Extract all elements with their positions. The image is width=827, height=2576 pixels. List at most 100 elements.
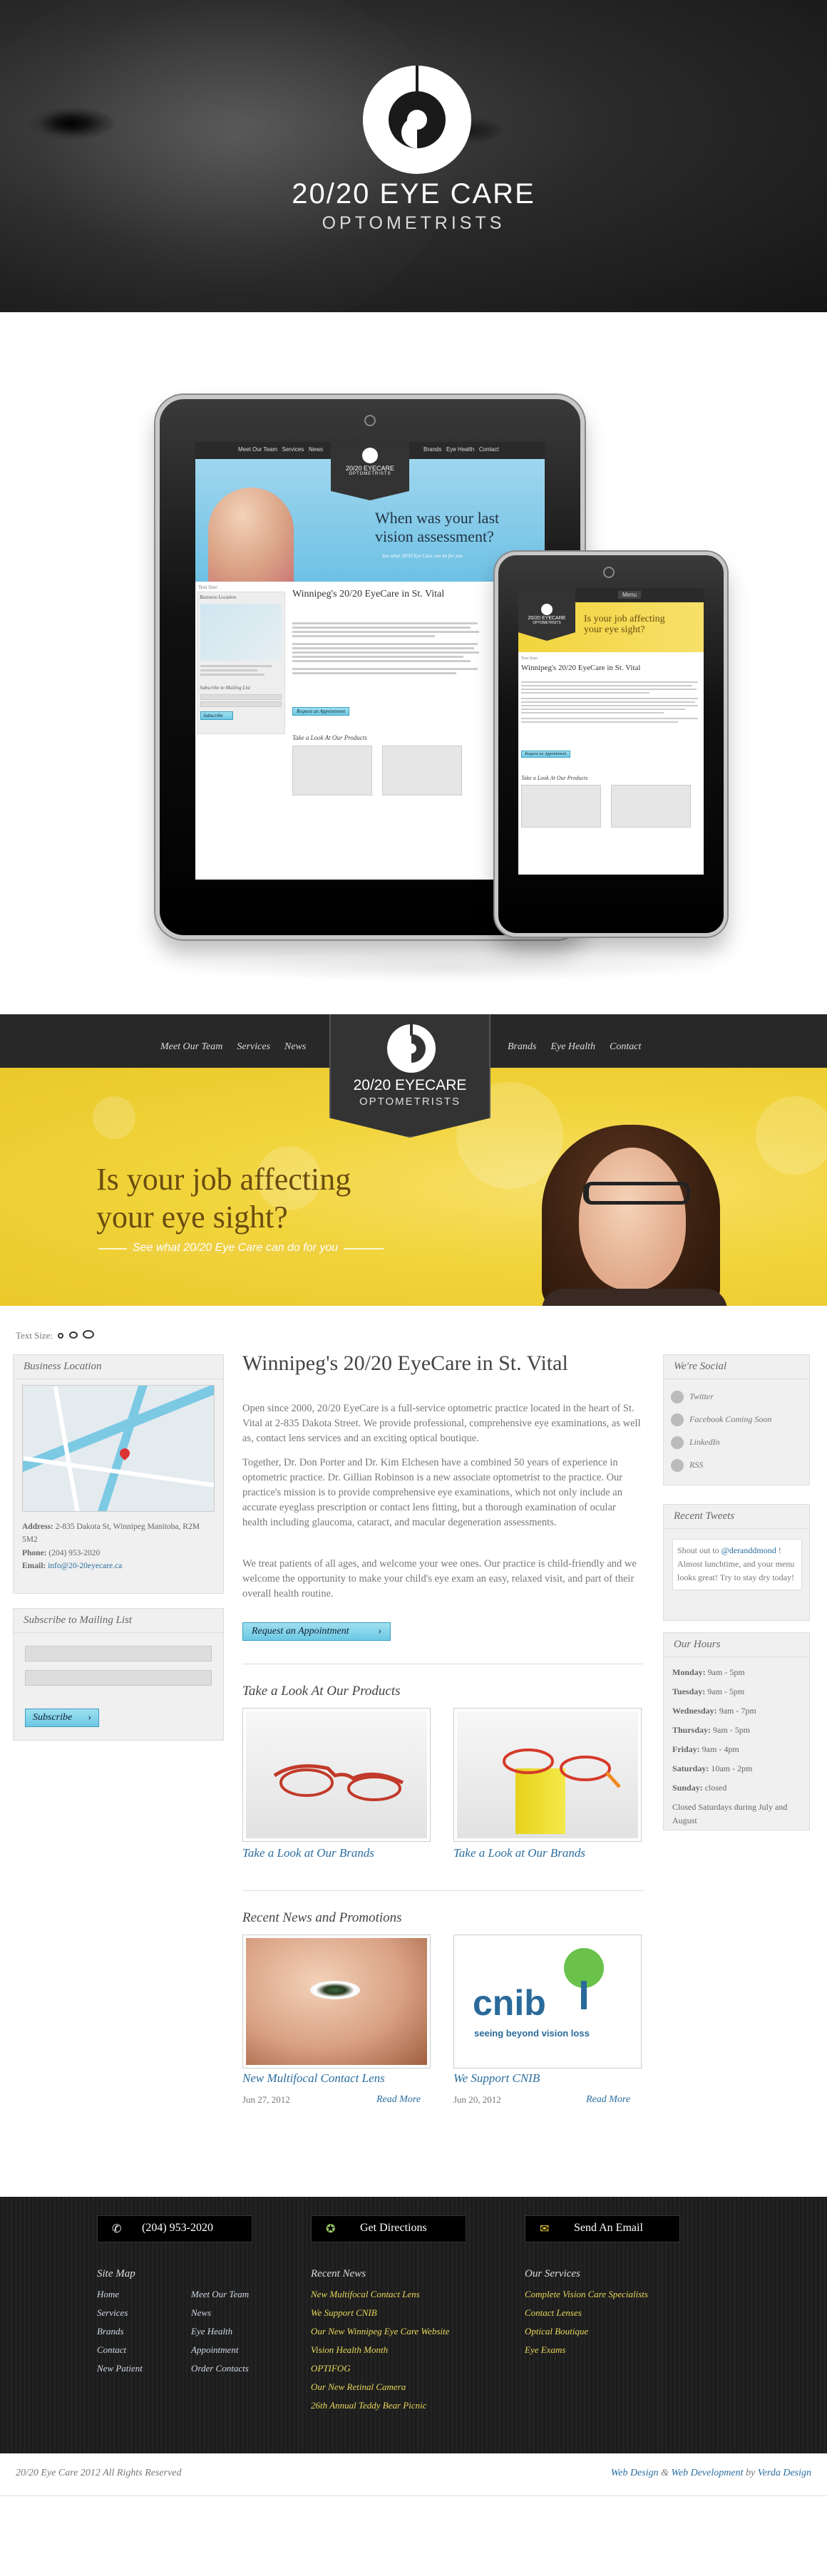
footer-link[interactable]: Order Contacts (191, 2359, 291, 2378)
social-item-facebook[interactable]: Facebook Coming Soon (671, 1408, 806, 1431)
footer-link[interactable]: Meet Our Team (191, 2285, 291, 2304)
phone-heading: Winnipeg's 20/20 EyeCare in St. Vital (521, 664, 641, 672)
footer-service-link[interactable]: Complete Vision Care Specialists (525, 2285, 710, 2304)
news-title-link[interactable]: New Multifocal Contact Lens (242, 2071, 385, 2086)
divider (242, 1890, 643, 1891)
hours-time: 9am - 7pm (719, 1706, 756, 1716)
nav-services[interactable]: Services (237, 1041, 270, 1052)
intro-paragraph: Open since 2000, 20/20 EyeCare is a full… (242, 1403, 641, 1445)
footer-link[interactable]: Contact (97, 2341, 183, 2359)
location-map[interactable] (22, 1385, 215, 1512)
banner-cta-link[interactable]: See what 20/20 Eye Care can do for you (127, 1242, 344, 1254)
footer-news-link[interactable]: Our New Retinal Camera (311, 2378, 496, 2396)
social-item-linkedin[interactable]: LinkedIn (671, 1431, 806, 1453)
subscribe-button[interactable]: Subscribe › (25, 1709, 99, 1727)
footer-link[interactable]: Appointment (191, 2341, 291, 2359)
footer-link[interactable]: News (191, 2304, 291, 2322)
phone-product-image[interactable] (611, 785, 691, 828)
address-label: Address: (22, 1523, 53, 1531)
phone-text-size: Text Size: (521, 656, 539, 661)
product-link[interactable]: Take a Look at Our Brands (453, 1846, 585, 1860)
tablet-nav-item[interactable]: Eye Health (446, 446, 474, 453)
tablet-logo-tab: 20/20 EYECARE OPTOMETRISTS (331, 442, 409, 500)
nav-brands[interactable]: Brands (508, 1041, 536, 1052)
phone-banner-line1: Is your job affecting (584, 614, 665, 624)
footer-link[interactable]: Eye Health (191, 2322, 291, 2341)
email-link[interactable]: info@20-20eyecare.ca (48, 1562, 122, 1570)
hours-row: Saturday: 10am - 2pm (672, 1759, 805, 1778)
social-title: We're Social (664, 1355, 809, 1379)
footer-news-link[interactable]: Our New Winnipeg Eye Care Website (311, 2322, 496, 2341)
news-card-cnib[interactable]: cnib seeing beyond vision loss (453, 1934, 642, 2068)
tablet-nav-item[interactable]: Services (282, 446, 304, 453)
banner-line2: your eye sight? (96, 1199, 288, 1235)
contact-lens-image (246, 1938, 427, 2065)
eye-image (310, 1981, 360, 1999)
tablet-nav-left: Meet Our Team Services News (238, 446, 345, 453)
tablet-map[interactable] (200, 604, 282, 661)
nav-logo[interactable]: 20/20 EYECARE OPTOMETRISTS (329, 1014, 490, 1138)
appointment-button[interactable]: Request an Appointment › (242, 1622, 391, 1641)
read-more-link[interactable]: Read More (376, 2094, 421, 2106)
product-card-frames[interactable] (242, 1708, 431, 1842)
verda-design-link[interactable]: Verda Design (758, 2468, 811, 2478)
footer-service-link[interactable]: Optical Boutique (525, 2322, 710, 2341)
tablet-product-image[interactable] (382, 746, 462, 795)
web-design-link[interactable]: Web Design (611, 2468, 659, 2478)
mailing-name-input[interactable] (25, 1646, 212, 1661)
read-more-link[interactable]: Read More (586, 2094, 630, 2106)
tweet-handle-link[interactable]: @deranddmond (721, 1545, 776, 1555)
nav-meet-our-team[interactable]: Meet Our Team (160, 1041, 222, 1052)
location-details: Address: 2-835 Dakota St, Winnipeg Manit… (22, 1520, 216, 1573)
hours-note: Closed Saturdays during July and August (672, 1802, 788, 1826)
tablet-banner-cta[interactable]: See what 20/20 Eye Care can do for you (382, 553, 463, 559)
footer-link[interactable]: Home (97, 2285, 183, 2304)
hours-day: Tuesday: (672, 1686, 706, 1696)
web-development-link[interactable]: Web Development (672, 2468, 744, 2478)
credit-amp: & (658, 2468, 672, 2478)
tablet-screen: Meet Our Team Services News Brands Eye H… (195, 442, 545, 880)
social-item-rss[interactable]: RSS (671, 1453, 806, 1476)
nav-news[interactable]: News (284, 1041, 306, 1052)
footer-service-link[interactable]: Eye Exams (525, 2341, 710, 2359)
product-link[interactable]: Take a Look at Our Brands (242, 1846, 374, 1860)
phone-product-image[interactable] (521, 785, 601, 828)
hours-panel: Our Hours Monday: 9am - 5pm Tuesday: 9am… (663, 1632, 810, 1830)
product-card-display[interactable] (453, 1708, 642, 1842)
footer-news-link[interactable]: We Support CNIB (311, 2304, 496, 2322)
tablet-appointment-button[interactable]: Request an Appointment (292, 707, 350, 716)
text-size-small-icon[interactable] (58, 1333, 64, 1339)
footer-email-button[interactable]: ✉ Send An Email (525, 2215, 680, 2242)
footer-directions-button[interactable]: ✪ Get Directions (311, 2215, 466, 2242)
phone-logo-tab: 20/20 EYECARE OPTOMETRISTS (518, 588, 575, 641)
tablet-subscribe-button[interactable]: Subscribe (200, 711, 233, 720)
tablet-mailing-input[interactable] (200, 694, 282, 700)
footer-service-link[interactable]: Contact Lenses (525, 2304, 710, 2322)
footer-link[interactable]: New Patient (97, 2359, 183, 2378)
footer-news-link[interactable]: New Multifocal Contact Lens (311, 2285, 496, 2304)
hero-section: 20/20 EYE CARE OPTOMETRISTS (0, 0, 827, 312)
footer-news-link[interactable]: Vision Health Month (311, 2341, 496, 2359)
hero-subtitle: OPTOMETRISTS (322, 213, 505, 233)
tablet-nav-item[interactable]: News (309, 446, 323, 453)
tablet-nav-item[interactable]: Meet Our Team (238, 446, 277, 453)
footer-link[interactable]: Services (97, 2304, 183, 2322)
text-size-medium-icon[interactable] (68, 1331, 78, 1339)
footer-news-link[interactable]: OPTIFOG (311, 2359, 496, 2378)
news-card-contacts[interactable] (242, 1934, 431, 2068)
tablet-nav-item[interactable]: Contact (479, 446, 499, 453)
tablet-product-image[interactable] (292, 746, 372, 795)
footer-link[interactable]: Brands (97, 2322, 183, 2341)
phone-appointment-button[interactable]: Request an Appointment (521, 751, 570, 758)
news-title-link[interactable]: We Support CNIB (453, 2071, 540, 2086)
footer-phone-button[interactable]: ✆ (204) 953-2020 (97, 2215, 252, 2242)
text-size-large-icon[interactable] (82, 1330, 94, 1339)
nav-contact[interactable]: Contact (610, 1041, 641, 1052)
tablet-nav-item[interactable]: Brands (423, 446, 441, 453)
phone-menu-button[interactable]: Menu (618, 591, 642, 599)
footer-news-link[interactable]: 26th Annual Teddy Bear Picnic (311, 2396, 496, 2415)
nav-eye-health[interactable]: Eye Health (550, 1041, 595, 1052)
social-item-twitter[interactable]: Twitter (671, 1385, 806, 1408)
mailing-email-input[interactable] (25, 1670, 212, 1686)
tablet-mailing-input[interactable] (200, 701, 282, 707)
